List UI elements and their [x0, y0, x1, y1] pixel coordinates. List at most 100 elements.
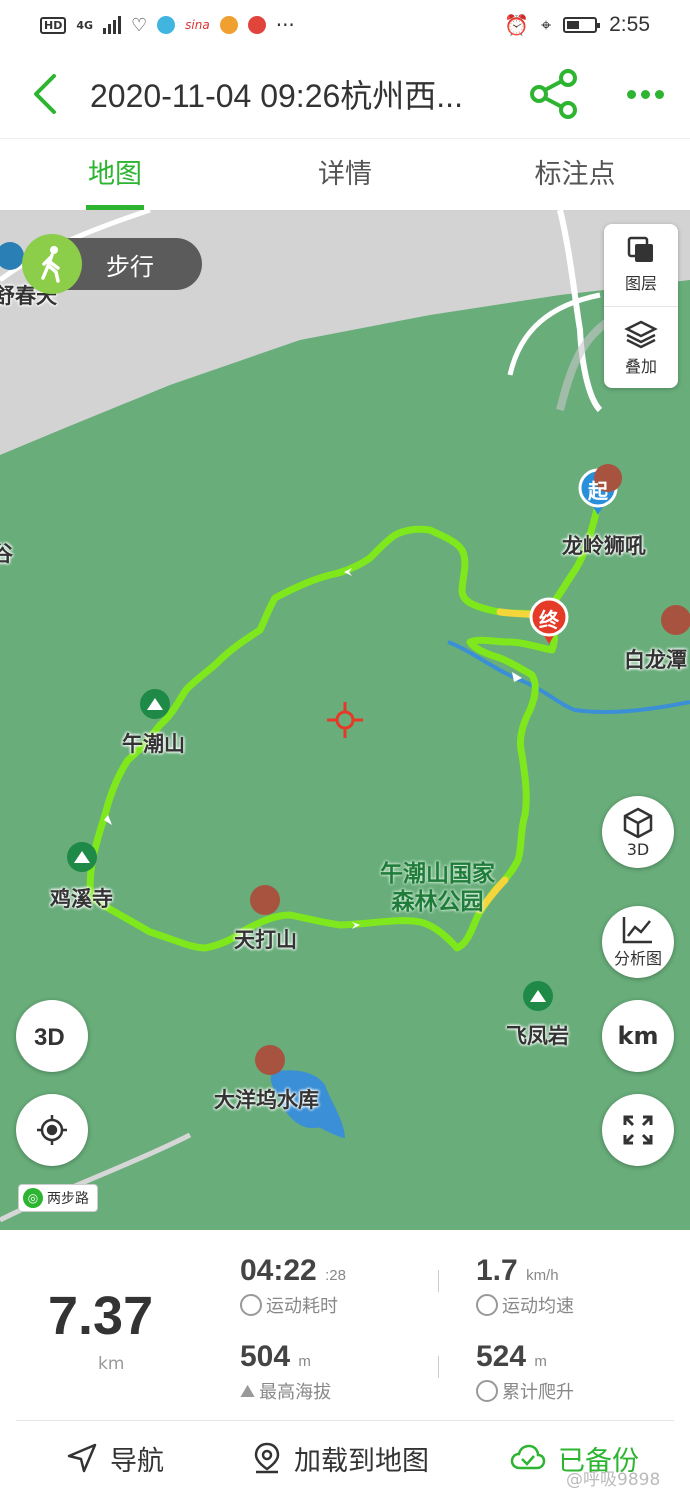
temple-pin-icon [661, 605, 690, 635]
heart-rate-icon: ♡ [131, 14, 148, 36]
max-altitude-unit: m [298, 1353, 311, 1370]
climb-icon [476, 1380, 498, 1402]
mountain-pin-icon [140, 689, 170, 719]
navigate-button[interactable]: 导航 [66, 1439, 164, 1478]
cloud-check-icon [510, 1444, 546, 1470]
lanxiu-logo-icon: ◎ [23, 1188, 43, 1208]
avg-speed-label: 运动均速 [502, 1296, 574, 1317]
map-label: 午潮山 [122, 732, 185, 756]
page-title: 2020-11-04 09:26杭州西... [90, 78, 463, 114]
share-button[interactable] [526, 66, 582, 122]
stats-panel: 7.37 km 04:22 :28 运动耗时 1.7 km/h 运动均速 504… [0, 1230, 690, 1420]
park-label-line: 森林公园 [391, 889, 484, 915]
mountain-pin-icon [67, 842, 97, 872]
load-to-map-button[interactable]: 加载到地图 [252, 1439, 429, 1478]
alarm-icon: ⏰ [504, 13, 529, 37]
3d-icon: 3D [34, 1024, 65, 1051]
distance-value: 7.37 [48, 1286, 154, 1346]
status-bar: HD 4G ♡ sina ··· ⏰ ⌖ 2:55 [0, 0, 690, 50]
map-label: 鸡溪寺 [50, 887, 113, 911]
hd-badge: HD [40, 16, 67, 34]
3d-view-label: 3D [626, 839, 650, 859]
app-icon [157, 16, 176, 34]
overlay-button[interactable]: 叠加 [604, 306, 678, 388]
max-altitude-value: 504 [240, 1340, 291, 1373]
overlay-icon [624, 320, 658, 348]
analysis-chart-button[interactable]: 分析图 [602, 906, 674, 978]
distance-unit: km [98, 1354, 125, 1374]
temple-pin-icon [250, 885, 280, 915]
map-label: 谷 [0, 542, 13, 566]
network-label: 4G [76, 18, 94, 32]
tab-map[interactable]: 地图 [0, 139, 230, 210]
3d-tilt-button[interactable]: 3D [16, 1000, 88, 1072]
weibo-icon [247, 16, 266, 34]
map-label: 飞凤岩 [506, 1024, 569, 1048]
map-label: 天打山 [234, 928, 297, 952]
map-label: 龙岭狮吼 [562, 534, 646, 558]
divider [438, 1270, 439, 1292]
climb-unit: m [534, 1353, 547, 1370]
map-pin-icon [254, 1442, 280, 1474]
fullscreen-icon [623, 1115, 653, 1145]
units-button[interactable]: km [602, 1000, 674, 1072]
fullscreen-button[interactable] [602, 1094, 674, 1166]
units-label: km [617, 1022, 659, 1050]
duration-label: 运动耗时 [266, 1296, 338, 1317]
map-label: 白龙潭 [624, 648, 687, 672]
layer-panel: 图层 叠加 [604, 224, 678, 388]
walking-icon [22, 234, 82, 294]
divider [438, 1356, 439, 1378]
map-attribution: ◎ 两步路 [18, 1184, 98, 1212]
locate-button[interactable] [16, 1094, 88, 1166]
back-button[interactable] [0, 50, 90, 138]
header: 2020-11-04 09:26杭州西... [0, 50, 690, 138]
chart-icon [622, 917, 652, 944]
climb-value: 524 [476, 1340, 527, 1373]
analysis-chart-label: 分析图 [613, 949, 662, 968]
tab-details[interactable]: 详情 [230, 139, 460, 210]
avg-speed-value: 1.7 [476, 1254, 518, 1287]
sina-icon: sina [185, 18, 210, 32]
more-notifications-icon: ··· [275, 13, 295, 37]
activity-mode-toggle[interactable]: 步行 [22, 234, 202, 294]
navigation-arrow-icon [67, 1443, 97, 1473]
end-marker-label: 终 [539, 608, 559, 632]
speedometer-icon [476, 1294, 498, 1316]
more-button[interactable] [620, 70, 670, 118]
more-icon [654, 89, 664, 99]
3d-view-button[interactable]: 3D [602, 796, 674, 868]
cube-icon [623, 807, 653, 838]
clock: 2:55 [609, 13, 650, 36]
activity-mode-label: 步行 [106, 252, 154, 281]
road [507, 292, 601, 376]
layers-label: 图层 [624, 274, 657, 293]
navigate-label: 导航 [110, 1445, 164, 1477]
climb-stat: 524 m 累计爬升 [476, 1340, 676, 1404]
max-altitude-stat: 504 m ⛰ 最高海拔 [240, 1340, 440, 1404]
share-icon [530, 69, 577, 119]
avg-speed-unit: km/h [526, 1267, 559, 1284]
layers-icon [627, 236, 653, 262]
bottom-action-bar: 导航 加载到地图 已备份 @呼吸9898 [16, 1420, 674, 1495]
duration-seconds: :28 [325, 1267, 346, 1284]
tab-markers[interactable]: 标注点 [460, 139, 690, 210]
layers-button[interactable]: 图层 [604, 224, 678, 306]
start-marker-label: 起 [588, 479, 608, 503]
tab-bar: 地图 详情 标注点 [0, 138, 690, 210]
max-altitude-label: 最高海拔 [259, 1382, 332, 1403]
more-icon [640, 89, 650, 99]
mountain-pin-icon [523, 981, 553, 1011]
avg-speed-stat: 1.7 km/h 运动均速 [476, 1254, 676, 1318]
mountain-up-icon: ⛰ [240, 1380, 256, 1402]
svg-text:3D: 3D [34, 1024, 65, 1051]
map-label: 大洋坞水库 [214, 1088, 319, 1112]
overlay-label: 叠加 [624, 356, 657, 376]
app-icon [219, 16, 238, 34]
map-view[interactable]: 起 终 舒春天 谷 龙岭狮吼 白龙潭 午潮山 鸡溪寺 天打山 午潮山国家 森林公… [0, 210, 690, 1230]
crosshair-icon [327, 702, 363, 738]
park-label: 午潮山国家 森林公园 [380, 860, 495, 916]
attribution-label: 两步路 [47, 1191, 89, 1207]
watermark: @呼吸9898 [566, 1470, 661, 1490]
duration-value: 04:22 [240, 1254, 317, 1287]
